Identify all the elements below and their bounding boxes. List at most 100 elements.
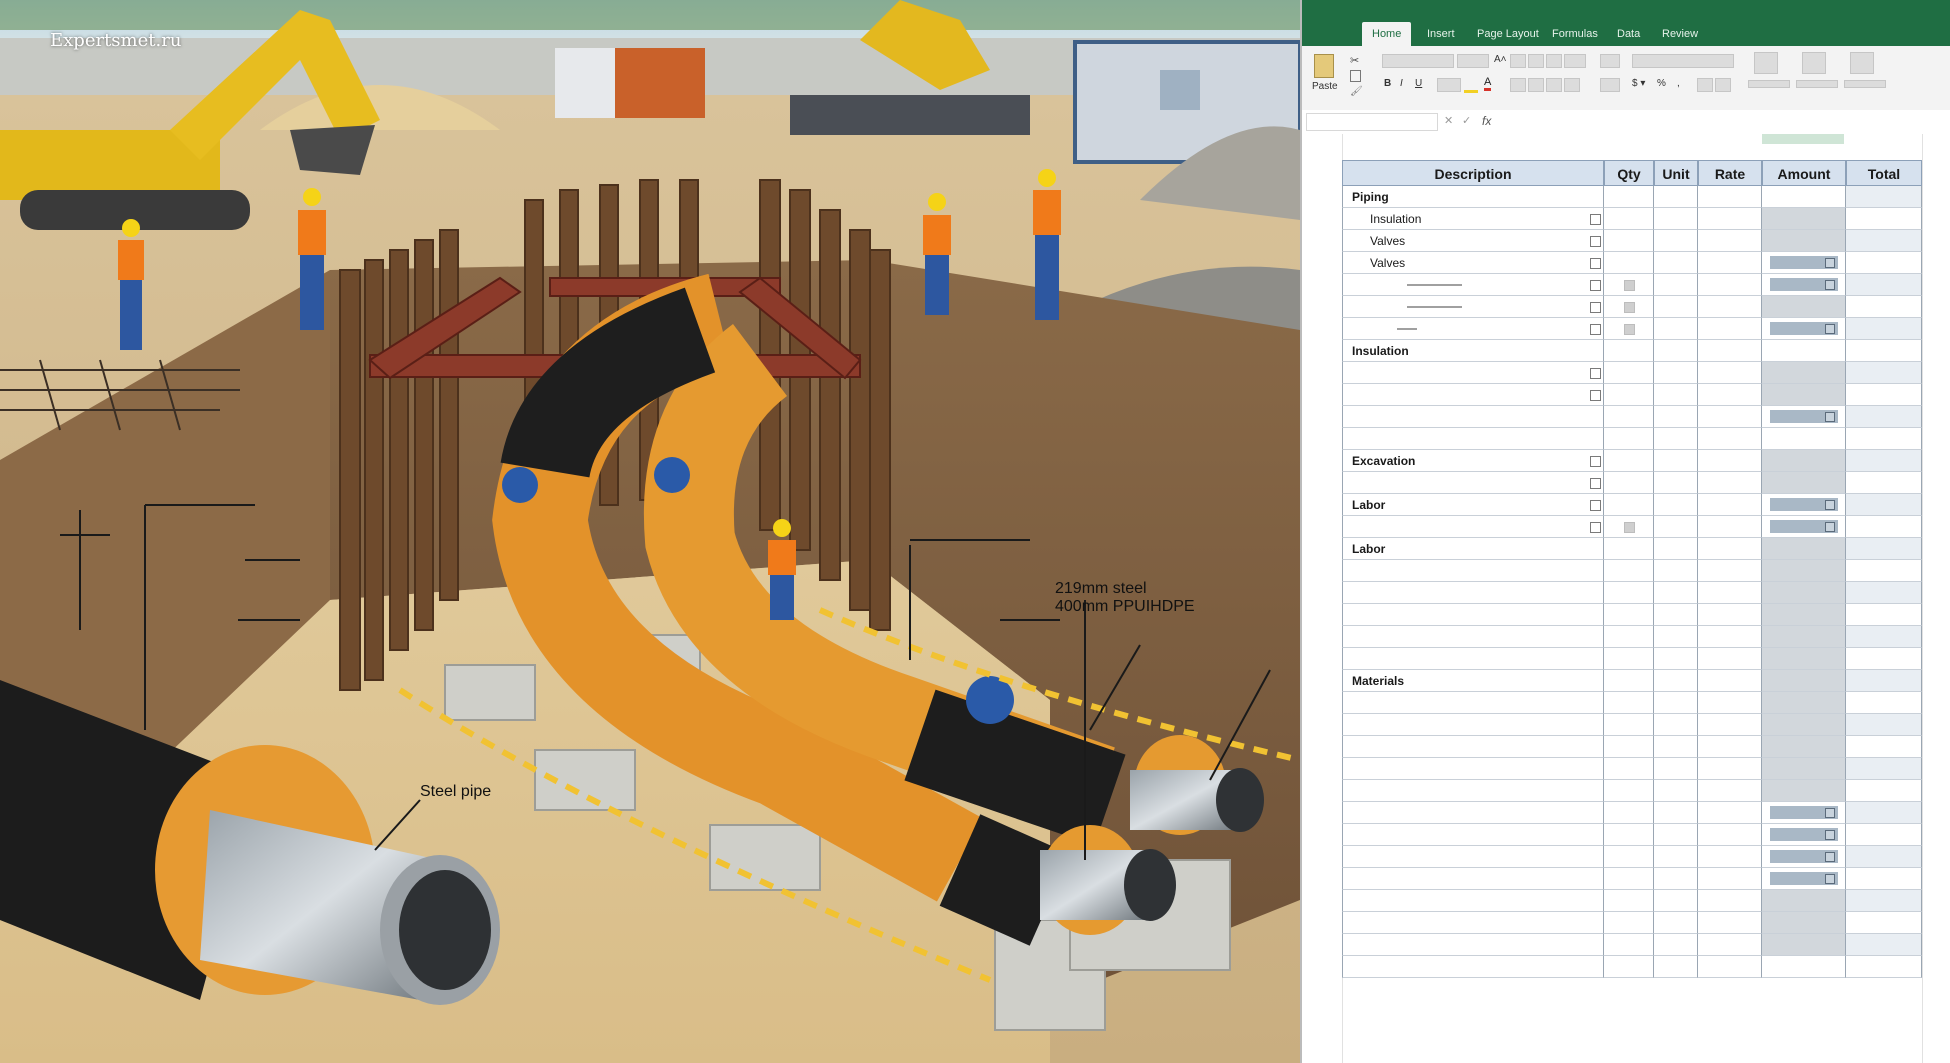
enter-icon[interactable]: ✓ <box>1462 114 1471 127</box>
row-checkbox[interactable] <box>1590 478 1601 489</box>
table-cell[interactable] <box>1762 340 1846 362</box>
table-cell[interactable] <box>1342 780 1604 802</box>
table-cell[interactable] <box>1654 472 1698 494</box>
align-top-icon[interactable] <box>1510 54 1526 68</box>
amount-field[interactable] <box>1770 828 1838 841</box>
copy-icon[interactable] <box>1350 70 1361 82</box>
table-cell[interactable] <box>1342 912 1604 934</box>
borders-icon[interactable] <box>1437 78 1461 92</box>
table-cell[interactable] <box>1654 912 1698 934</box>
table-cell[interactable] <box>1762 472 1846 494</box>
table-cell[interactable] <box>1762 604 1846 626</box>
format-as-table-icon[interactable] <box>1802 52 1826 74</box>
header-description[interactable]: Description <box>1342 160 1604 186</box>
table-cell[interactable] <box>1698 824 1762 846</box>
table-cell[interactable] <box>1342 626 1604 648</box>
table-cell[interactable] <box>1342 560 1604 582</box>
table-cell[interactable] <box>1654 318 1698 340</box>
table-cell[interactable] <box>1846 934 1922 956</box>
table-cell[interactable] <box>1762 208 1846 230</box>
table-cell[interactable] <box>1604 956 1654 978</box>
tab-page-layout[interactable]: Page Layout <box>1467 22 1549 46</box>
table-cell[interactable] <box>1698 912 1762 934</box>
tab-formulas[interactable]: Formulas <box>1542 22 1608 46</box>
table-cell[interactable] <box>1762 186 1846 208</box>
decrease-decimal-icon[interactable] <box>1715 78 1731 92</box>
table-cell[interactable] <box>1846 868 1922 890</box>
table-cell[interactable] <box>1762 780 1846 802</box>
table-cell[interactable] <box>1342 736 1604 758</box>
header-qty[interactable]: Qty <box>1604 160 1654 186</box>
edit-icon[interactable] <box>1825 852 1835 862</box>
table-cell[interactable] <box>1342 582 1604 604</box>
amount-field[interactable] <box>1770 806 1838 819</box>
table-cell[interactable] <box>1342 604 1604 626</box>
table-cell[interactable] <box>1762 626 1846 648</box>
amount-field[interactable] <box>1770 322 1838 335</box>
edit-icon[interactable] <box>1825 280 1835 290</box>
table-cell[interactable] <box>1654 846 1698 868</box>
table-cell[interactable] <box>1604 384 1654 406</box>
table-cell[interactable] <box>1762 714 1846 736</box>
table-cell[interactable] <box>1342 648 1604 670</box>
edit-icon[interactable] <box>1825 874 1835 884</box>
comma-icon[interactable]: , <box>1677 78 1680 89</box>
table-cell[interactable] <box>1698 428 1762 450</box>
number-format-dropdown[interactable] <box>1632 54 1734 68</box>
table-cell[interactable] <box>1762 538 1846 560</box>
table-cell[interactable] <box>1342 824 1604 846</box>
table-cell[interactable] <box>1762 384 1846 406</box>
table-cell[interactable] <box>1654 934 1698 956</box>
table-cell[interactable] <box>1846 692 1922 714</box>
row-checkbox[interactable] <box>1590 258 1601 269</box>
table-cell[interactable] <box>1654 824 1698 846</box>
table-cell[interactable] <box>1762 934 1846 956</box>
table-cell[interactable] <box>1762 670 1846 692</box>
table-cell[interactable] <box>1846 538 1922 560</box>
table-cell[interactable] <box>1762 758 1846 780</box>
table-cell[interactable] <box>1846 582 1922 604</box>
table-cell[interactable] <box>1698 582 1762 604</box>
cancel-icon[interactable]: ✕ <box>1444 114 1453 127</box>
edit-icon[interactable] <box>1825 808 1835 818</box>
table-cell[interactable] <box>1654 274 1698 296</box>
table-cell[interactable] <box>1846 670 1922 692</box>
table-cell[interactable] <box>1762 362 1846 384</box>
edit-icon[interactable] <box>1825 500 1835 510</box>
row-checkbox[interactable] <box>1590 302 1601 313</box>
table-cell[interactable] <box>1698 670 1762 692</box>
table-cell[interactable] <box>1698 934 1762 956</box>
row-checkbox[interactable] <box>1590 280 1601 291</box>
table-cell[interactable] <box>1698 274 1762 296</box>
amount-field[interactable] <box>1770 498 1838 511</box>
table-cell[interactable] <box>1698 472 1762 494</box>
align-middle-icon[interactable] <box>1528 54 1544 68</box>
table-cell[interactable] <box>1342 406 1604 428</box>
table-cell[interactable] <box>1654 340 1698 362</box>
tab-data[interactable]: Data <box>1607 22 1650 46</box>
table-cell[interactable] <box>1604 758 1654 780</box>
table-cell[interactable] <box>1654 604 1698 626</box>
currency-icon[interactable]: $ ▾ <box>1632 78 1645 89</box>
amount-field[interactable] <box>1770 256 1838 269</box>
table-cell[interactable] <box>1762 956 1846 978</box>
table-cell[interactable] <box>1604 494 1654 516</box>
table-cell[interactable] <box>1698 318 1762 340</box>
italic-icon[interactable]: I <box>1400 78 1403 89</box>
table-cell[interactable] <box>1698 450 1762 472</box>
table-cell[interactable] <box>1762 582 1846 604</box>
table-cell[interactable] <box>1654 494 1698 516</box>
table-cell[interactable] <box>1846 230 1922 252</box>
table-cell[interactable] <box>1698 186 1762 208</box>
table-cell[interactable] <box>1654 956 1698 978</box>
table-cell[interactable] <box>1762 428 1846 450</box>
header-unit[interactable]: Unit <box>1654 160 1698 186</box>
table-cell[interactable] <box>1604 780 1654 802</box>
table-cell[interactable] <box>1342 516 1604 538</box>
header-total[interactable]: Total <box>1846 160 1922 186</box>
table-cell[interactable] <box>1604 560 1654 582</box>
table-cell[interactable] <box>1654 868 1698 890</box>
table-cell[interactable] <box>1604 890 1654 912</box>
table-cell[interactable] <box>1698 560 1762 582</box>
table-cell[interactable] <box>1654 714 1698 736</box>
